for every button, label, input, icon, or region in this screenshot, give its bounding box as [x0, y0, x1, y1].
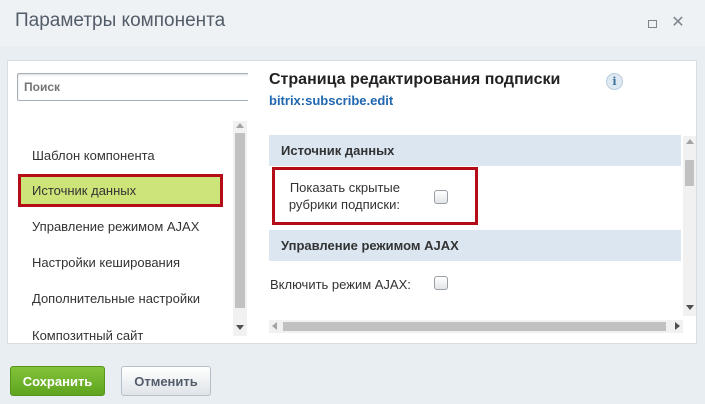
enable-ajax-checkbox[interactable]	[434, 276, 448, 290]
section-data-source: Источник данных	[269, 135, 681, 166]
save-button[interactable]: Сохранить	[10, 366, 105, 396]
maximize-icon[interactable]	[643, 14, 661, 32]
scroll-right-icon[interactable]	[675, 322, 680, 330]
scrollbar-thumb[interactable]	[685, 160, 694, 186]
scrollbar-thumb[interactable]	[283, 322, 666, 331]
cancel-button[interactable]: Отменить	[121, 366, 211, 396]
info-icon[interactable]: i	[606, 73, 623, 90]
section-ajax: Управление режимом AJAX	[269, 230, 681, 261]
horizontal-scrollbar[interactable]	[269, 320, 683, 333]
dialog-title: Параметры компонента	[15, 10, 226, 31]
sidebar-item-ajax[interactable]: Управление режимом AJAX	[18, 210, 223, 243]
dialog-body: Шаблон компонента Источник данных Управл…	[7, 60, 697, 344]
close-icon[interactable]: ✕	[669, 14, 687, 32]
settings-pane: Страница редактирования подписки i bitri…	[258, 61, 696, 343]
scroll-down-icon[interactable]	[686, 305, 694, 310]
component-title: Страница редактирования подписки	[269, 71, 561, 88]
scroll-left-icon[interactable]	[272, 322, 277, 330]
highlight-box	[272, 167, 478, 225]
dialog-titlebar: Параметры компонента ✕	[0, 0, 705, 46]
scrollbar-thumb[interactable]	[235, 133, 245, 308]
search-input[interactable]	[17, 73, 248, 101]
sidebar-scrollbar[interactable]	[233, 121, 247, 336]
settings-scrollbar[interactable]	[683, 136, 696, 316]
scroll-up-icon[interactable]	[686, 139, 694, 144]
component-code: bitrix:subscribe.edit	[269, 93, 394, 108]
sidebar-item-additional[interactable]: Дополнительные настройки	[18, 282, 223, 315]
sidebar-item-template[interactable]: Шаблон компонента	[18, 139, 223, 172]
sidebar-item-cache[interactable]: Настройки кеширования	[18, 246, 223, 279]
sidebar: Шаблон компонента Источник данных Управл…	[8, 61, 248, 343]
sidebar-item-composite[interactable]: Композитный сайт	[18, 319, 223, 343]
enable-ajax-label: Включить режим AJAX:	[270, 277, 411, 292]
scroll-down-icon[interactable]	[236, 325, 244, 330]
scroll-up-icon[interactable]	[236, 123, 244, 128]
sidebar-item-data-source[interactable]: Источник данных	[18, 174, 223, 207]
